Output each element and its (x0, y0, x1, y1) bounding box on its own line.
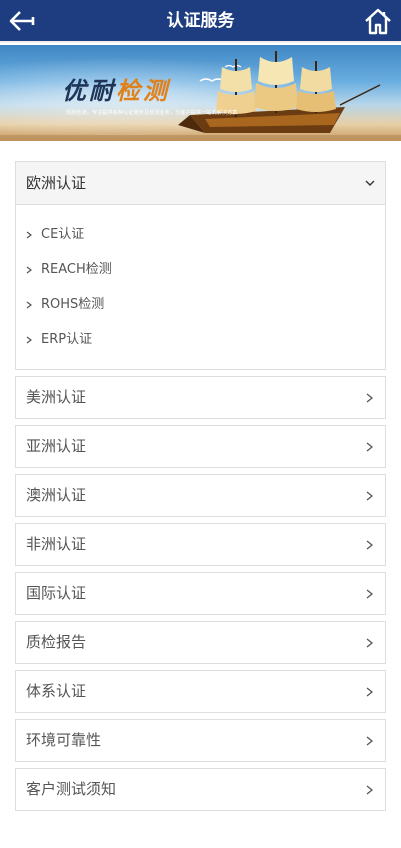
chevron-right-icon (366, 736, 373, 746)
menu-item-label: 客户测试须知 (26, 780, 117, 798)
brand-logo-text: 优耐检测 (62, 76, 170, 105)
menu-item-americas[interactable]: 美洲认证 (15, 376, 386, 419)
home-icon[interactable] (363, 6, 393, 36)
chevron-right-icon (26, 301, 32, 309)
menu-group-label: 欧洲认证 (26, 174, 87, 192)
submenu-item-label: ROHS检测 (41, 297, 105, 312)
menu-item-label: 环境可靠性 (26, 731, 102, 749)
chevron-right-icon (366, 393, 373, 403)
menu-item-system-cert[interactable]: 体系认证 (15, 670, 386, 713)
chevron-right-icon (366, 491, 373, 501)
menu-item-environment[interactable]: 环境可靠性 (15, 719, 386, 762)
chevron-right-icon (366, 442, 373, 452)
hero-banner: 优耐检测 优耐检测，专注提供各种认证服务及检测业务，为客户提供一站式解决方案 (0, 45, 401, 141)
menu-item-label: 体系认证 (26, 682, 87, 700)
page-title: 认证服务 (166, 11, 235, 31)
menu-group-europe: 欧洲认证 CE认证 REACH检测 ROHS检测 ERP认证 (15, 161, 386, 370)
chevron-right-icon (366, 589, 373, 599)
chevron-right-icon (366, 540, 373, 550)
submenu-item-reach[interactable]: REACH检测 (16, 252, 385, 287)
chevron-down-icon (365, 180, 375, 186)
submenu-item-label: REACH检测 (41, 262, 112, 277)
menu-item-label: 国际认证 (26, 584, 87, 602)
menu-item-customer-notice[interactable]: 客户测试须知 (15, 768, 386, 811)
sailing-ship-illustration (0, 51, 401, 141)
chevron-right-icon (366, 638, 373, 648)
submenu-item-ce[interactable]: CE认证 (16, 217, 385, 252)
menu-group-europe-header[interactable]: 欧洲认证 (16, 162, 385, 205)
chevron-right-icon (26, 336, 32, 344)
submenu-item-label: CE认证 (41, 227, 85, 242)
certification-menu: 欧洲认证 CE认证 REACH检测 ROHS检测 ERP认证 美洲认证 亚洲认证… (15, 161, 386, 811)
menu-item-australia[interactable]: 澳洲认证 (15, 474, 386, 517)
submenu-item-rohs[interactable]: ROHS检测 (16, 287, 385, 322)
chevron-right-icon (26, 231, 32, 239)
chevron-right-icon (26, 266, 32, 274)
top-nav-bar: 认证服务 (0, 0, 401, 43)
menu-item-label: 非洲认证 (26, 535, 87, 553)
submenu-item-erp[interactable]: ERP认证 (16, 322, 385, 357)
menu-submenu: CE认证 REACH检测 ROHS检测 ERP认证 (16, 205, 385, 369)
menu-item-international[interactable]: 国际认证 (15, 572, 386, 615)
menu-item-africa[interactable]: 非洲认证 (15, 523, 386, 566)
menu-item-label: 美洲认证 (26, 388, 87, 406)
chevron-right-icon (366, 687, 373, 697)
menu-item-quality-report[interactable]: 质检报告 (15, 621, 386, 664)
chevron-right-icon (366, 785, 373, 795)
menu-item-label: 质检报告 (26, 633, 87, 651)
menu-item-asia[interactable]: 亚洲认证 (15, 425, 386, 468)
menu-item-label: 亚洲认证 (26, 437, 87, 455)
banner-tagline: 优耐检测，专注提供各种认证服务及检测业务，为客户提供一站式解决方案 (66, 110, 238, 116)
submenu-item-label: ERP认证 (41, 332, 93, 347)
menu-item-label: 澳洲认证 (26, 486, 87, 504)
